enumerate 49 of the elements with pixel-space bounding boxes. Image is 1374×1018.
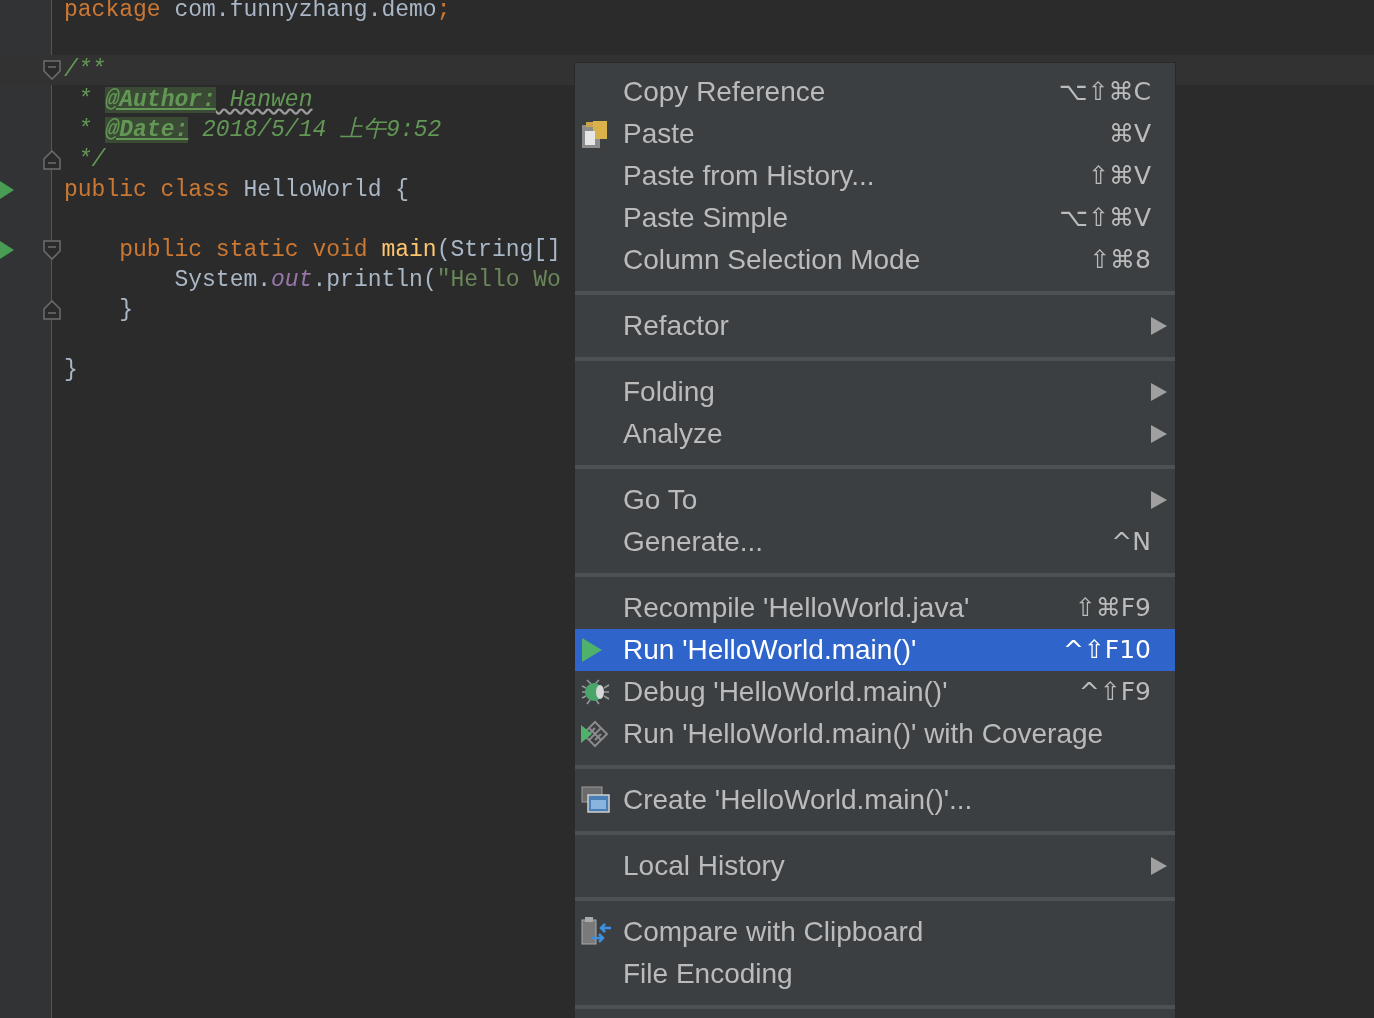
clipboard-compare-icon xyxy=(581,916,613,948)
clipboard-icon xyxy=(581,119,609,149)
menu-item[interactable]: Debug 'HelloWorld.main()' ^⇧F9 xyxy=(575,671,1175,713)
code-line: * @Date: 2018/5/14 上午9:52 xyxy=(76,116,442,145)
window-icon xyxy=(581,786,611,814)
menu-item[interactable]: Go To xyxy=(575,479,1175,521)
menu-item[interactable]: Run 'HelloWorld.main()' ^⇧F10 xyxy=(575,629,1175,671)
shortcut-label: ⇧⌘F9 xyxy=(1074,592,1151,625)
shortcut-label: ⌥⇧⌘C xyxy=(1058,76,1151,109)
menu-item[interactable]: Column Selection Mode ⇧⌘8 xyxy=(575,239,1175,281)
shortcut-label: ^N xyxy=(1111,526,1151,559)
code-line: System.out.println("Hello Wo xyxy=(173,266,561,295)
fold-icon[interactable] xyxy=(43,300,61,320)
code-line: * @Author: Hanwen xyxy=(76,86,313,115)
menu-item[interactable]: Run 'HelloWorld.main()' with Coverage xyxy=(575,713,1175,755)
code-line: } xyxy=(118,296,133,325)
code-line: /** xyxy=(64,56,106,85)
code-line: public class HelloWorld { xyxy=(64,176,410,205)
bug-icon xyxy=(581,678,611,706)
run-icon xyxy=(581,637,603,663)
menu-item[interactable]: Generate... ^N xyxy=(575,521,1175,563)
run-icon[interactable] xyxy=(0,181,14,199)
code-line: */ xyxy=(76,146,106,175)
code-line: package com.funnyzhang.demo; xyxy=(64,0,451,25)
menu-item[interactable]: Recompile 'HelloWorld.java' ⇧⌘F9 xyxy=(575,587,1175,629)
fold-icon[interactable] xyxy=(43,240,61,260)
menu-item[interactable]: Compare with Clipboard xyxy=(575,911,1175,953)
fold-icon[interactable] xyxy=(43,60,61,80)
shortcut-label: ⇧⌘V xyxy=(1087,160,1151,193)
menu-item[interactable]: Create 'HelloWorld.main()'... xyxy=(575,779,1175,821)
fold-icon[interactable] xyxy=(43,150,61,170)
shortcut-label: ^⇧F9 xyxy=(1078,676,1151,709)
menu-item[interactable]: Paste Simple ⌥⇧⌘V xyxy=(575,197,1175,239)
run-coverage-icon xyxy=(581,720,611,748)
shortcut-label: ⌘V xyxy=(1108,118,1151,151)
menu-item[interactable]: Local History xyxy=(575,845,1175,887)
menu-item[interactable]: Paste ⌘V xyxy=(575,113,1175,155)
menu-item[interactable]: Copy Reference ⌥⇧⌘C xyxy=(575,71,1175,113)
shortcut-label: ⌥⇧⌘V xyxy=(1059,202,1151,235)
run-icon[interactable] xyxy=(0,241,14,259)
shortcut-label: ^⇧F10 xyxy=(1062,634,1151,667)
menu-item[interactable]: Analyze xyxy=(575,413,1175,455)
code-line: public static void main(String[] xyxy=(118,236,561,265)
menu-item[interactable]: File Encoding xyxy=(575,953,1175,995)
menu-item[interactable]: Folding xyxy=(575,371,1175,413)
shortcut-label: ⇧⌘8 xyxy=(1089,244,1151,277)
code-line: } xyxy=(64,356,78,385)
menu-item[interactable]: Paste from History... ⇧⌘V xyxy=(575,155,1175,197)
menu-item[interactable]: Refactor xyxy=(575,305,1175,347)
